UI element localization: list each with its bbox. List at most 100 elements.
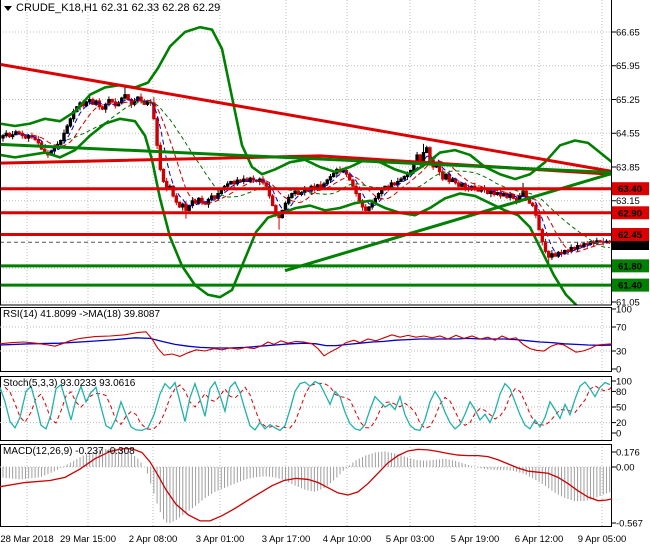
candle: [591, 241, 596, 244]
candle: [20, 132, 24, 137]
candle: [399, 178, 403, 182]
macd-signal-line: [0, 448, 613, 522]
candle: [155, 118, 159, 146]
candle: [190, 200, 195, 207]
candle: [213, 195, 217, 199]
candle: [357, 193, 362, 202]
candle: [238, 179, 243, 182]
candle: [174, 195, 179, 203]
candle: [229, 180, 233, 185]
candle: [530, 202, 535, 207]
candle: [575, 245, 580, 250]
candle: [450, 178, 455, 182]
candle: [457, 182, 461, 187]
candle: [553, 253, 557, 257]
candle: [184, 203, 188, 211]
candle: [463, 183, 467, 189]
time-axis[interactable]: [0, 528, 650, 550]
candle: [585, 243, 589, 246]
candle: [376, 193, 381, 199]
candle: [110, 98, 114, 103]
candle: [181, 203, 185, 208]
candle: [177, 201, 182, 208]
chart-canvas[interactable]: 66.6565.9565.2564.5563.8563.1561.0562.29…: [0, 0, 650, 550]
candle: [7, 132, 12, 138]
trading-chart-window: 66.6565.9565.2564.5563.8563.1561.0562.29…: [0, 0, 650, 550]
candle: [270, 195, 275, 207]
candle: [283, 202, 288, 211]
candle: [367, 206, 371, 211]
candle: [36, 139, 41, 144]
candle: [200, 197, 204, 203]
candle: [428, 147, 432, 161]
candle: [197, 197, 201, 204]
candle: [62, 132, 66, 141]
candle: [380, 189, 384, 195]
rsi-line: [0, 331, 613, 357]
candle: [392, 182, 397, 186]
candle: [286, 196, 291, 204]
candle: [100, 106, 105, 110]
panel-separator[interactable]: [0, 441, 612, 444]
candle: [145, 101, 150, 105]
candle: [402, 176, 406, 180]
candle: [68, 118, 73, 127]
panel-separator[interactable]: [0, 305, 612, 307]
candle: [489, 190, 493, 195]
rsi-label: RSI(14) 41.8099 ->MA(18) 39.8087: [3, 309, 160, 320]
candle: [559, 251, 564, 255]
stoch-label: Stoch(5,3,3) 93.0233 93.0616: [3, 378, 136, 389]
candle: [582, 243, 586, 248]
candle: [91, 98, 95, 105]
candle: [242, 178, 246, 182]
symbol-title: CRUDE_K18,H1 62.31 62.33 62.28 62.29: [16, 2, 220, 14]
candle: [161, 168, 166, 182]
candle: [264, 182, 268, 187]
candle: [219, 189, 223, 195]
candle: [460, 183, 464, 187]
candle: [193, 200, 198, 204]
candle: [17, 131, 21, 134]
candle: [4, 132, 8, 137]
candle: [84, 101, 89, 107]
trendline: [284, 171, 612, 273]
candle: [290, 193, 294, 198]
candle: [1, 135, 5, 139]
candle: [572, 247, 577, 250]
candle: [325, 179, 329, 185]
candle: [10, 134, 15, 138]
candle: [351, 179, 355, 187]
candle: [65, 125, 69, 134]
candle: [23, 135, 28, 139]
main-plot-layer: [0, 25, 612, 305]
candle: [226, 183, 230, 187]
candle: [293, 190, 297, 195]
main-panel-border: [0, 0, 612, 306]
candle: [203, 201, 207, 205]
candle: [209, 195, 214, 200]
candle: [26, 135, 31, 139]
candle: [364, 206, 368, 211]
candle: [123, 94, 127, 99]
candle: [579, 245, 583, 248]
candle: [328, 176, 333, 181]
candle: [87, 98, 92, 103]
candle: [331, 172, 336, 178]
macd-label: MACD(12,26,9) -0.237 -0.308: [3, 446, 135, 457]
candle: [537, 214, 541, 231]
candle: [59, 139, 63, 145]
candle: [248, 177, 252, 182]
candle: [232, 180, 236, 185]
candle: [425, 147, 429, 154]
symbol-dropdown-icon[interactable]: [4, 6, 12, 11]
candle: [547, 250, 551, 258]
panel-separator[interactable]: [0, 372, 612, 376]
candle: [543, 241, 548, 252]
candle: [277, 214, 281, 219]
price-axis[interactable]: [612, 0, 650, 528]
candle: [158, 144, 162, 170]
candle: [444, 173, 448, 180]
candle: [550, 253, 554, 258]
candle: [598, 240, 602, 243]
candle: [126, 94, 130, 100]
